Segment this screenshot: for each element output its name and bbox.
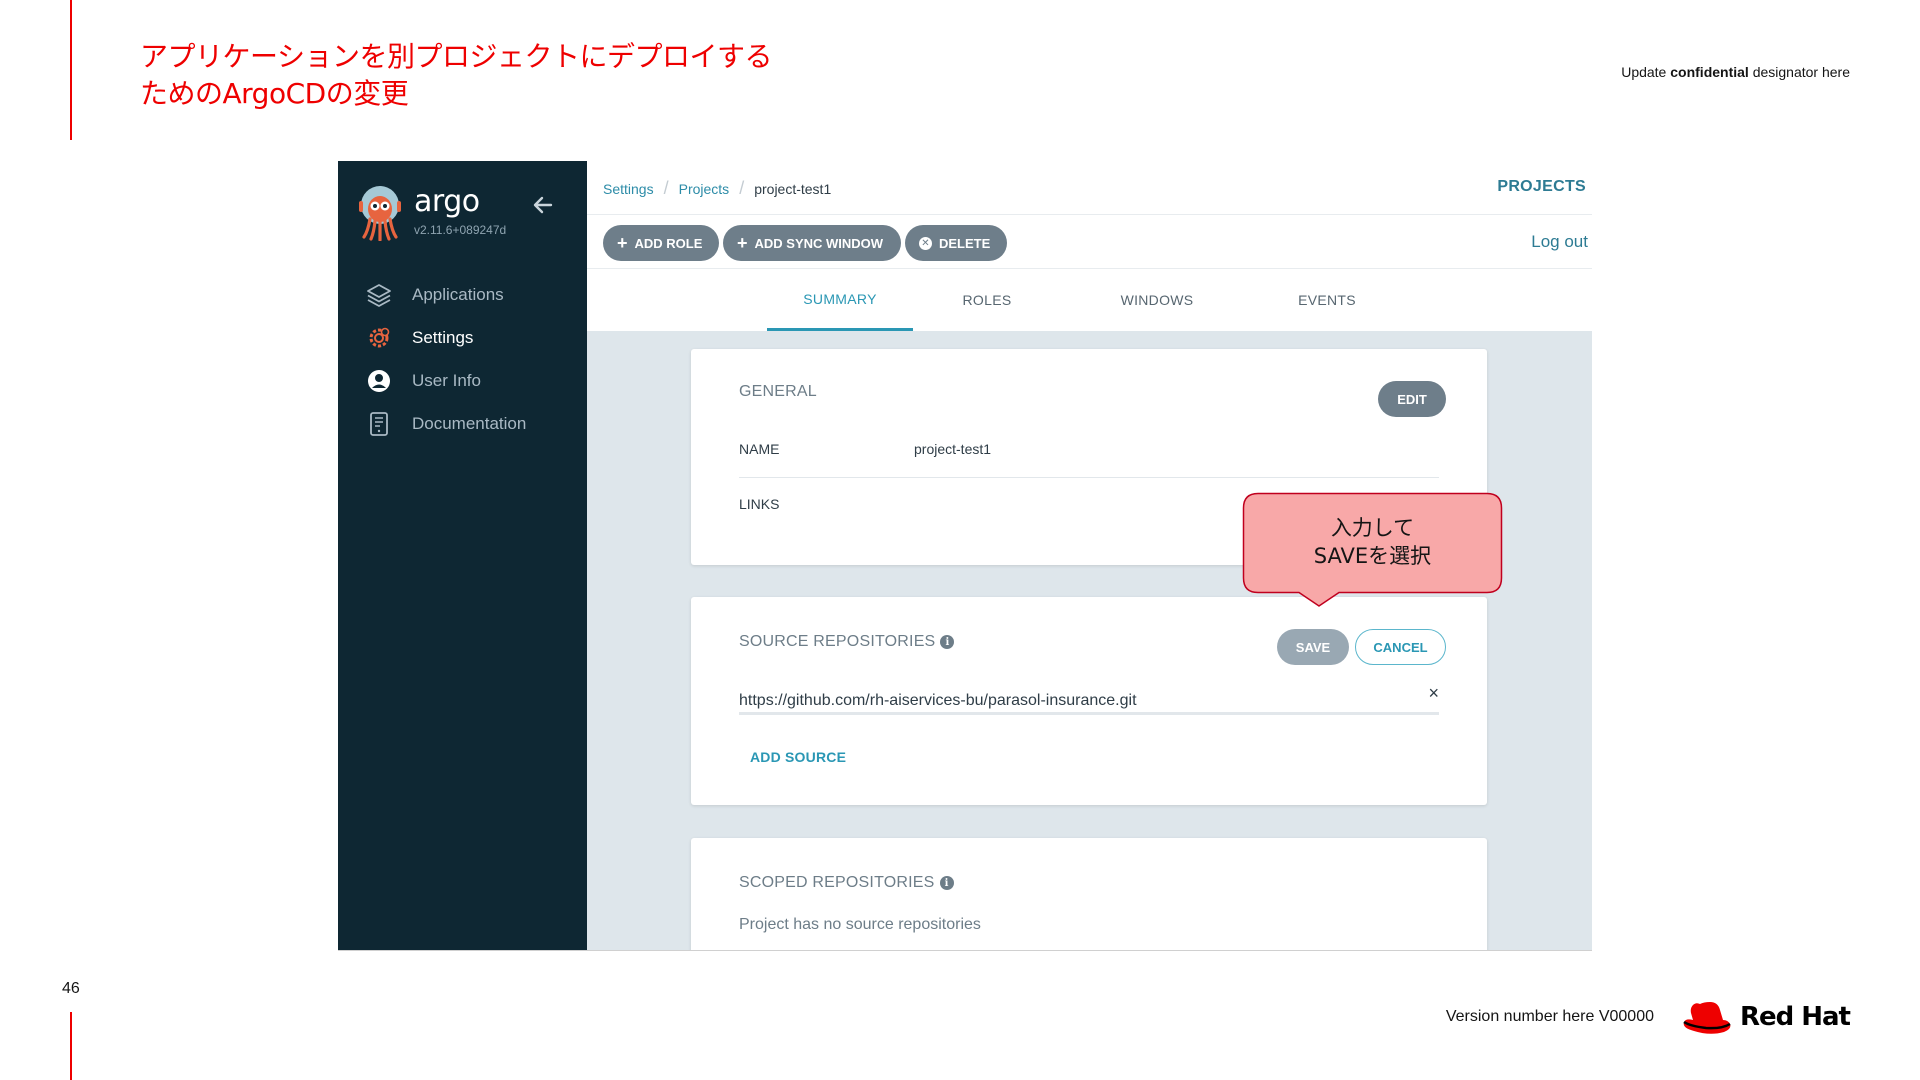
confidential-designator: Update confidential designator here (1621, 64, 1850, 80)
tab-bar: SUMMARY ROLES WINDOWS EVENTS (587, 269, 1592, 331)
toolbar: + ADD ROLE + ADD SYNC WINDOW ✕ DELETE Lo… (587, 215, 1592, 269)
scoped-repositories-heading: SCOPED REPOSITORIES i (739, 874, 954, 892)
slide-title-line-2: ためのArgoCDの変更 (140, 77, 409, 110)
version-label: Version number here V00000 (1445, 1008, 1654, 1025)
top-bar: Settings / Projects / project-test1 PROJ… (587, 161, 1592, 215)
breadcrumb-separator-icon: / (739, 178, 745, 198)
argo-octopus-logo-icon (359, 186, 401, 241)
sidebar-item-documentation[interactable]: Documentation (338, 402, 587, 445)
cancel-button[interactable]: CANCEL (1355, 629, 1446, 665)
red-hat-logo-icon (1683, 1002, 1731, 1034)
add-role-label: ADD ROLE (634, 235, 703, 251)
breadcrumb-separator-icon: / (663, 178, 669, 198)
book-icon (366, 411, 392, 437)
info-icon[interactable]: i (940, 635, 955, 649)
brand-name: argo (414, 184, 480, 219)
sidebar-item-applications[interactable]: Applications (338, 273, 587, 316)
scoped-repositories-empty: Project has no source repositories (739, 916, 981, 933)
sidebar-nav: Applications Settings User Info Document… (338, 273, 587, 445)
user-icon (366, 368, 392, 394)
add-role-button[interactable]: + ADD ROLE (603, 225, 719, 261)
sidebar-item-settings[interactable]: Settings (338, 316, 587, 359)
plus-icon: + (617, 233, 628, 253)
delete-label: DELETE (939, 235, 991, 251)
arrow-left-icon[interactable] (531, 193, 555, 217)
page-number: 46 (62, 980, 80, 997)
logout-link[interactable]: Log out (1531, 232, 1588, 252)
tab-roles[interactable]: ROLES (927, 269, 1047, 331)
slide-title: アプリケーションを別プロジェクトにデプロイする ためのArgoCDの変更 (140, 38, 860, 112)
breadcrumb: Settings / Projects / project-test1 (603, 178, 831, 199)
breadcrumb-current: project-test1 (754, 180, 832, 197)
source-repositories-title: SOURCE REPOSITORIES (739, 633, 936, 650)
add-sync-window-label: ADD SYNC WINDOW (754, 235, 884, 251)
delete-button[interactable]: ✕ DELETE (905, 225, 1007, 261)
brand-version: v2.11.6+089247d (414, 223, 507, 237)
accent-rule-bottom (70, 1012, 72, 1080)
instruction-callout: 入力して SAVEを選択 (1242, 492, 1503, 607)
callout-line-1: 入力して (1330, 516, 1415, 540)
add-source-button[interactable]: ADD SOURCE (750, 749, 846, 765)
source-repo-input[interactable] (739, 689, 1439, 715)
save-button[interactable]: SAVE (1277, 629, 1349, 665)
remove-repo-icon[interactable]: × (1428, 683, 1439, 704)
confidential-bold: confidential (1670, 64, 1749, 80)
gear-icon (366, 325, 392, 351)
red-hat-logo: Red Hat (1680, 996, 1851, 1038)
divider (739, 477, 1439, 478)
sidebar-item-label: Settings (412, 327, 474, 347)
confidential-suffix: designator here (1748, 64, 1850, 80)
info-icon[interactable]: i (939, 876, 954, 890)
breadcrumb-settings[interactable]: Settings (603, 181, 654, 197)
edit-button[interactable]: EDIT (1378, 381, 1446, 417)
sidebar-item-label: Documentation (412, 413, 527, 433)
callout-line-2: SAVEを選択 (1313, 544, 1432, 568)
red-hat-logo-text: Red Hat (1739, 1002, 1851, 1032)
sidebar-item-label: User Info (412, 370, 481, 390)
sidebar-item-user-info[interactable]: User Info (338, 359, 587, 402)
confidential-prefix: Update (1621, 64, 1671, 80)
scoped-repositories-card: SCOPED REPOSITORIES i Project has no sou… (691, 838, 1487, 950)
brand: argo v2.11.6+089247d (358, 185, 506, 241)
add-sync-window-button[interactable]: + ADD SYNC WINDOW (723, 225, 901, 261)
source-repositories-card: SOURCE REPOSITORIES i SAVE CANCEL × ADD … (691, 597, 1487, 805)
plus-icon: + (737, 233, 748, 253)
name-label: NAME (739, 441, 780, 457)
accent-rule-top (70, 0, 72, 140)
slide-title-line-1: アプリケーションを別プロジェクトにデプロイする (140, 40, 772, 73)
tab-summary[interactable]: SUMMARY (767, 269, 913, 331)
tab-events[interactable]: EVENTS (1262, 269, 1392, 331)
layers-icon (366, 282, 392, 308)
breadcrumb-projects[interactable]: Projects (679, 181, 730, 197)
general-heading: GENERAL (739, 383, 817, 400)
page-title: PROJECTS (1497, 178, 1586, 195)
tab-windows[interactable]: WINDOWS (1087, 269, 1227, 331)
source-repositories-heading: SOURCE REPOSITORIES i (739, 633, 955, 651)
close-circle-icon: ✕ (919, 236, 932, 250)
scoped-repositories-title: SCOPED REPOSITORIES (739, 874, 935, 891)
sidebar: argo v2.11.6+089247d Applications Settin… (338, 161, 587, 950)
links-label: LINKS (739, 496, 780, 512)
name-value: project-test1 (914, 441, 992, 457)
sidebar-item-label: Applications (412, 284, 504, 304)
callout-text: 入力して SAVEを選択 (1242, 514, 1503, 570)
